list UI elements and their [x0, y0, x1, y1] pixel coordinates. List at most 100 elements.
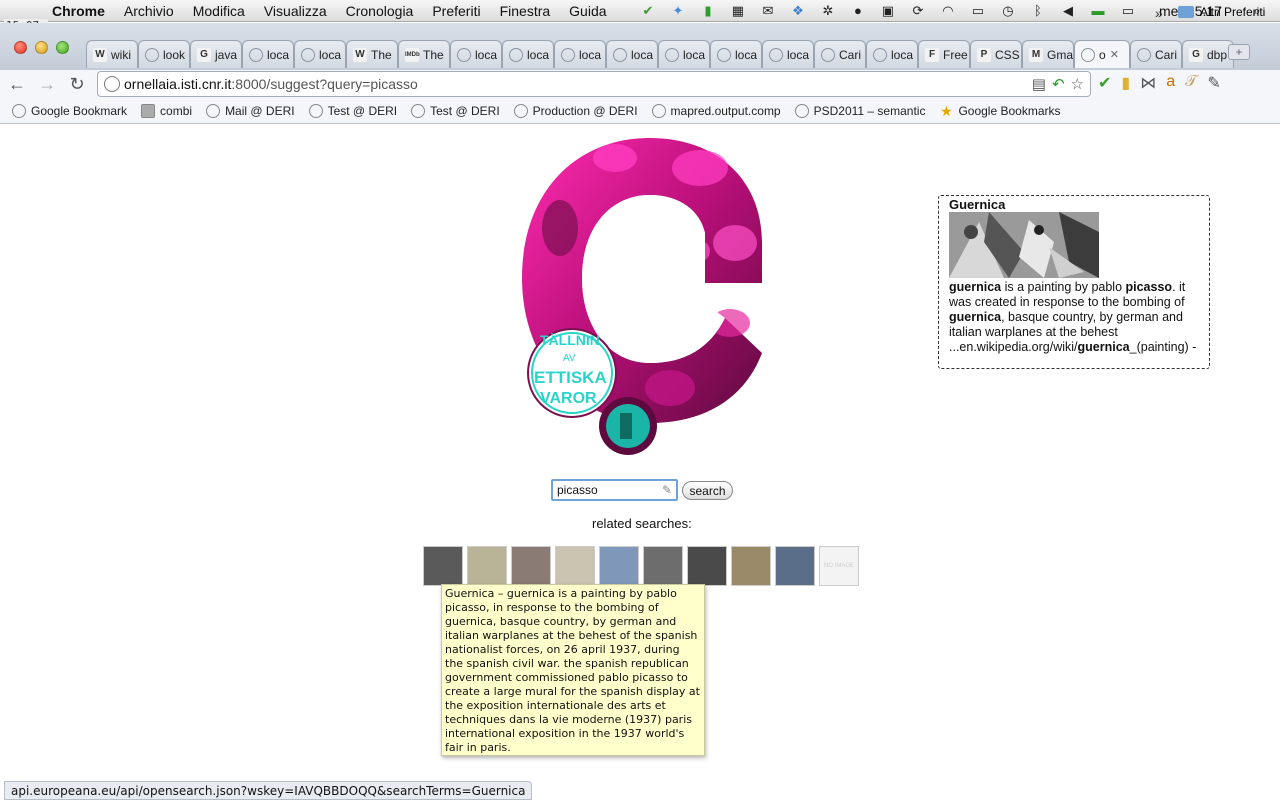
flag-icon[interactable]: ▬	[1089, 3, 1107, 19]
hat-icon[interactable]: ●	[849, 3, 867, 19]
menu-app-name[interactable]: Chrome	[52, 3, 105, 19]
browser-tab[interactable]: Gjava	[190, 40, 242, 68]
browser-tab[interactable]: loca	[242, 40, 294, 68]
sync-icon[interactable]: ⟳	[909, 3, 927, 19]
folder-icon	[1178, 6, 1194, 18]
bookmark-label: Test @ DERI	[327, 103, 398, 118]
bookmark-item[interactable]: mapred.output.comp	[651, 103, 781, 118]
volume-icon[interactable]: ◀	[1059, 3, 1077, 19]
browser-tab[interactable]: loca	[502, 40, 554, 68]
minimize-window-button[interactable]	[35, 41, 48, 54]
search-button[interactable]: search	[682, 481, 733, 500]
bluetooth-icon[interactable]: ᛒ	[1029, 3, 1047, 19]
lock-icon[interactable]: ▭	[969, 3, 987, 19]
close-window-button[interactable]	[14, 41, 27, 54]
browser-tab[interactable]: F Free	[918, 40, 970, 68]
close-tab-icon[interactable]: ✕	[1110, 48, 1119, 61]
bookmark-item[interactable]: Mail @ DERI	[206, 103, 295, 118]
tab-label: loca	[891, 47, 914, 62]
menu-visualizza[interactable]: Visualizza	[264, 3, 327, 19]
wifi-icon[interactable]: ◠	[939, 3, 957, 19]
browser-tab[interactable]: Cari	[814, 40, 866, 68]
browser-tab[interactable]: loca	[554, 40, 606, 68]
address-bar[interactable]: ornellaia.isti.cnr.it :8000/suggest?quer…	[97, 71, 1091, 97]
browser-tab[interactable]: P CSS	[970, 40, 1022, 68]
forward-arrow-icon[interactable]: →	[34, 73, 60, 95]
bookmark-item[interactable]: Test @ DERI	[411, 103, 500, 118]
tab-label: Gma	[1047, 47, 1074, 62]
menu-preferiti[interactable]: Preferiti	[432, 3, 480, 19]
menu-modifica[interactable]: Modifica	[193, 3, 245, 19]
guernica-image[interactable]	[949, 212, 1099, 278]
browser-tab[interactable]: Cari	[1130, 40, 1182, 68]
related-thumbnail[interactable]: NO IMAGE	[819, 546, 859, 586]
related-thumbnail[interactable]	[643, 546, 683, 586]
browser-tab[interactable]: look	[138, 40, 190, 68]
search-input[interactable]	[551, 479, 678, 501]
browser-tab[interactable]: M Gma	[1022, 40, 1074, 68]
menu-finestra[interactable]: Finestra	[500, 3, 551, 19]
browser-tab[interactable]: o ✕	[1074, 40, 1130, 68]
other-bookmarks[interactable]: Altri Preferiti	[1178, 5, 1265, 19]
wrench-menu-icon[interactable]: ✎	[1207, 73, 1220, 93]
network-icon[interactable]: ✲	[819, 3, 837, 19]
amazon-extension-icon[interactable]: a	[1166, 73, 1175, 93]
undo-icon[interactable]: ↶	[1052, 75, 1065, 93]
browser-tab[interactable]: Wwiki	[86, 40, 138, 68]
menu-cronologia[interactable]: Cronologia	[346, 3, 414, 19]
related-thumbnail[interactable]	[511, 546, 551, 586]
grid-icon[interactable]: ▣	[879, 3, 897, 19]
bookmark-item[interactable]: Production @ DERI	[513, 103, 638, 118]
related-thumbnail[interactable]	[467, 546, 507, 586]
lock-extension-icon[interactable]: ▤	[1032, 75, 1046, 93]
browser-tab[interactable]: loca	[294, 40, 346, 68]
result-card: Guernica guernica is a painting by pablo…	[938, 195, 1210, 369]
twitter-icon[interactable]: ✦	[669, 3, 687, 19]
browser-tab[interactable]: loca	[658, 40, 710, 68]
tab-label: The	[423, 47, 444, 62]
tab-label: wiki	[111, 47, 131, 62]
dropbox-icon[interactable]: ❖	[789, 3, 807, 19]
menu-archivio[interactable]: Archivio	[124, 3, 174, 19]
new-tab-button[interactable]: +	[1228, 44, 1250, 60]
zoom-window-button[interactable]	[56, 41, 69, 54]
browser-tab[interactable]: W The	[346, 40, 398, 68]
note-extension-icon[interactable]: ▮	[1121, 73, 1130, 93]
reload-icon[interactable]: ↻	[64, 73, 90, 95]
related-thumbnail[interactable]	[731, 546, 771, 586]
browser-tab[interactable]: loca	[762, 40, 814, 68]
browser-tab[interactable]: loca	[450, 40, 502, 68]
bookmark-star-icon[interactable]: ☆	[1071, 75, 1084, 93]
mail-icon[interactable]: ✉	[759, 3, 777, 19]
highlighted-term: guernica	[949, 310, 1002, 324]
result-title[interactable]: Guernica	[949, 197, 1199, 212]
bookmark-item[interactable]: Google Bookmark	[12, 103, 127, 118]
browser-tab[interactable]: IMDb The	[398, 40, 450, 68]
browser-tab[interactable]: loca	[606, 40, 658, 68]
browser-tab[interactable]: Gdbp	[1182, 40, 1234, 68]
related-thumbnail[interactable]	[775, 546, 815, 586]
bookmark-item[interactable]: Test @ DERI	[308, 103, 398, 118]
browser-tab[interactable]: loca	[710, 40, 762, 68]
font-extension-icon[interactable]: 𝒯	[1185, 73, 1197, 93]
calendar-icon[interactable]: ▦	[729, 3, 747, 19]
evernote-icon[interactable]: ✔	[639, 3, 657, 19]
notes-icon[interactable]: ▮	[699, 3, 717, 19]
related-thumbnail[interactable]	[423, 546, 463, 586]
globe-favicon-icon	[717, 47, 731, 62]
battery-icon[interactable]: ▭	[1119, 3, 1137, 19]
bookmarks-more-icon[interactable]: »	[1155, 5, 1163, 21]
related-thumbnail[interactable]	[687, 546, 727, 586]
time-machine-icon[interactable]: ◷	[999, 3, 1017, 19]
bookmark-item[interactable]: PSD2011 – semantic	[794, 103, 925, 118]
bookmark-item[interactable]: ★ Google Bookmarks	[939, 104, 1060, 118]
related-thumbnail[interactable]	[599, 546, 639, 586]
bookmark-item[interactable]: combi	[141, 103, 192, 118]
check-extension-icon[interactable]: ✔	[1098, 73, 1111, 93]
highlighted-term: guernica	[949, 280, 1002, 294]
browser-tab[interactable]: loca	[866, 40, 918, 68]
share-extension-icon[interactable]: ⋈	[1140, 73, 1156, 93]
back-arrow-icon[interactable]: ←	[4, 73, 30, 95]
menu-guida[interactable]: Guida	[569, 3, 606, 19]
related-thumbnail[interactable]	[555, 546, 595, 586]
